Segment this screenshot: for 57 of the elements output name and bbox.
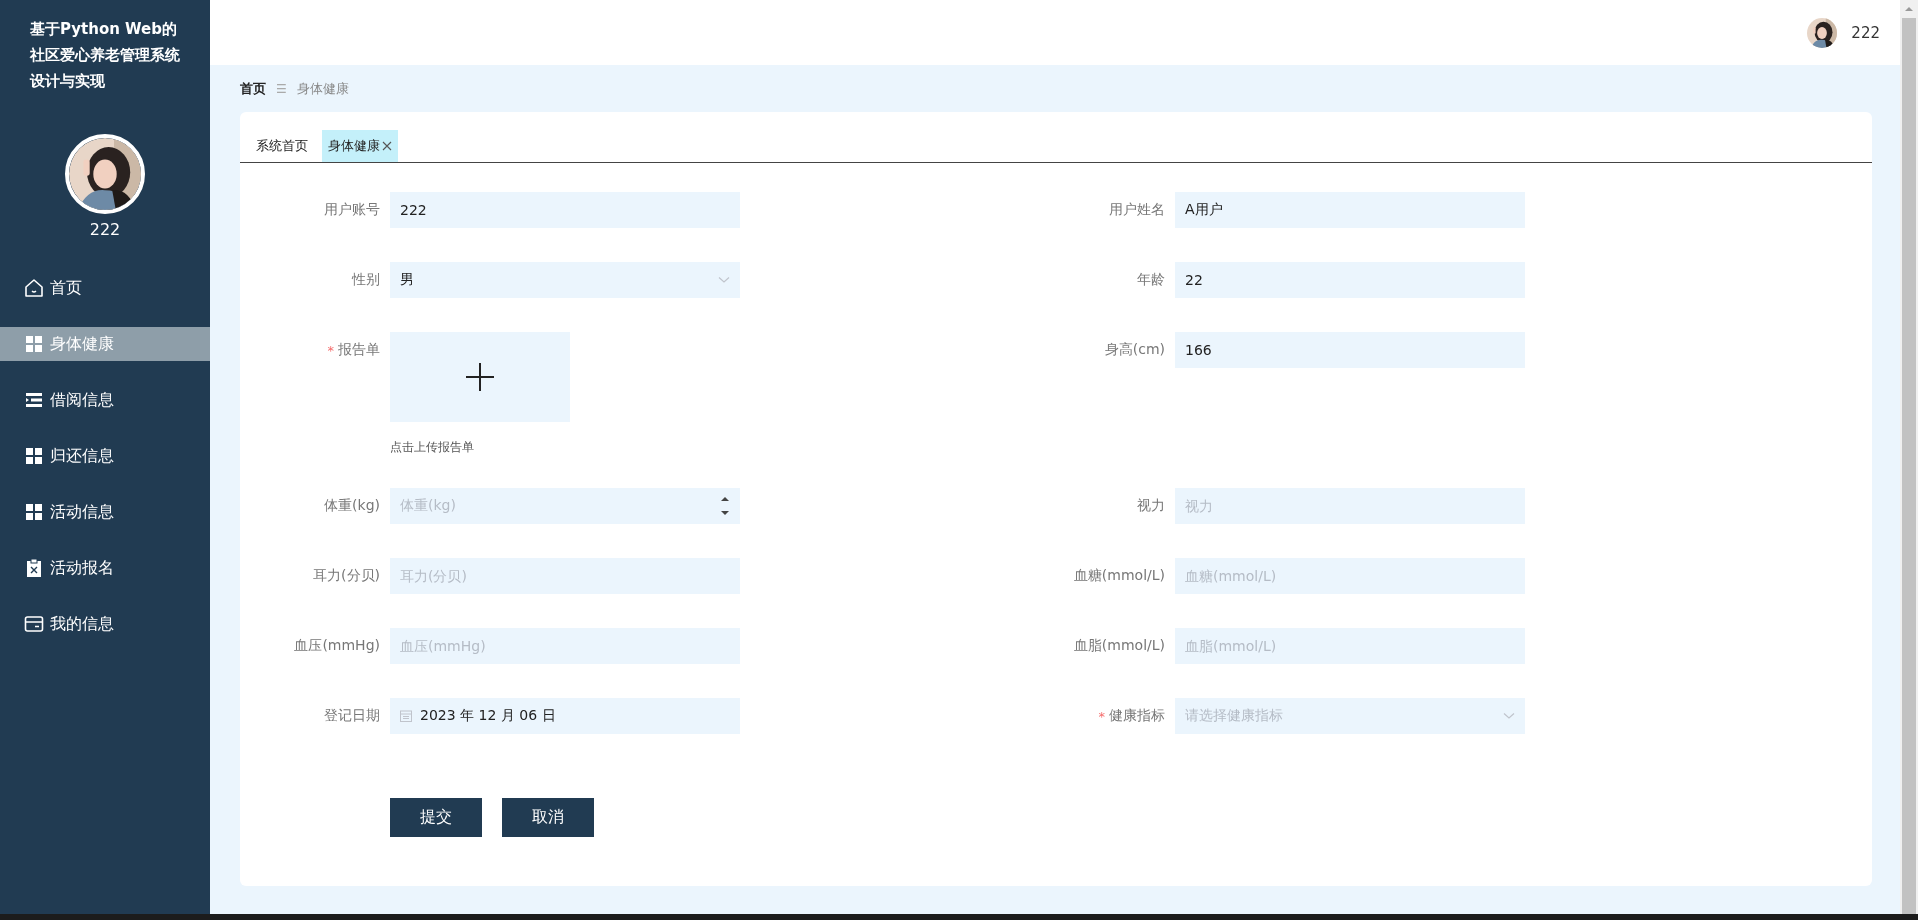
field-label: 用户姓名 [1109, 201, 1165, 219]
field-label: 报告单 [338, 341, 380, 359]
menu-item[interactable]: 活动信息 [0, 495, 210, 529]
field-label: 血压(mmHg) [294, 637, 380, 655]
grid-icon [24, 446, 44, 466]
menu-item[interactable]: 借阅信息 [0, 383, 210, 417]
user-name: 222 [89, 220, 121, 239]
calendar-icon [400, 710, 412, 722]
tab[interactable]: 身体健康 [322, 130, 398, 162]
chevron-down-icon [718, 276, 730, 284]
plus-icon [466, 363, 494, 391]
text-field[interactable]: 222 [390, 192, 740, 228]
field-label: 用户账号 [324, 201, 380, 219]
field-label: 登记日期 [324, 707, 380, 725]
menu-item[interactable]: 首页 [0, 271, 210, 305]
app-title: 基于Python Web的社区爱心养老管理系统设计与实现 [28, 19, 181, 92]
menu-item[interactable]: 活动报名 [0, 551, 210, 585]
scrollbar[interactable] [1900, 0, 1918, 914]
list-icon [24, 390, 44, 410]
grid-icon [24, 502, 44, 522]
field-label: 健康指标 [1109, 707, 1165, 725]
field-label: 身高(cm) [1104, 341, 1165, 359]
scroll-up-icon[interactable] [1904, 6, 1914, 12]
form-button[interactable]: 提交 [390, 798, 482, 837]
required-mark: * [1098, 708, 1105, 724]
form-button[interactable]: 取消 [502, 798, 594, 837]
field-label: 血糖(mmol/L) [1073, 567, 1165, 585]
text-field[interactable]: 视力 [1175, 488, 1525, 524]
grid-icon [24, 334, 44, 354]
spinner-icon[interactable] [720, 495, 730, 517]
text-field[interactable]: 22 [1175, 262, 1525, 298]
card-icon [24, 614, 44, 634]
text-field[interactable]: 166 [1175, 332, 1525, 368]
home-icon [24, 278, 44, 298]
required-mark: * [327, 342, 334, 358]
breadcrumb-item[interactable]: 首页 [240, 80, 266, 98]
field-label: 年龄 [1137, 271, 1165, 289]
breadcrumb-separator: ☰ [276, 82, 287, 96]
text-field[interactable]: 血脂(mmol/L) [1175, 628, 1525, 664]
date-field[interactable]: 2023 年 12 月 06 日 [390, 698, 740, 734]
field-label: 血脂(mmol/L) [1073, 637, 1165, 655]
scroll-thumb[interactable] [1902, 18, 1916, 914]
clipboard-icon [24, 558, 44, 578]
field-label: 耳力(分贝) [313, 567, 380, 585]
chevron-down-icon [1503, 712, 1515, 720]
user-name: 222 [1851, 23, 1880, 42]
close-icon[interactable] [382, 141, 392, 151]
menu-item[interactable]: 归还信息 [0, 439, 210, 473]
breadcrumb-item: 身体健康 [296, 80, 349, 98]
field-label: 视力 [1137, 497, 1165, 515]
menu-item[interactable]: 我的信息 [0, 607, 210, 641]
upload-hint: 点击上传报告单 [390, 440, 475, 454]
field-label: 性别 [352, 271, 380, 289]
select-field[interactable]: 男 [390, 262, 740, 298]
field-label: 体重(kg) [324, 497, 380, 515]
tab[interactable]: 系统首页 [250, 130, 314, 162]
text-field[interactable]: A用户 [1175, 192, 1525, 228]
